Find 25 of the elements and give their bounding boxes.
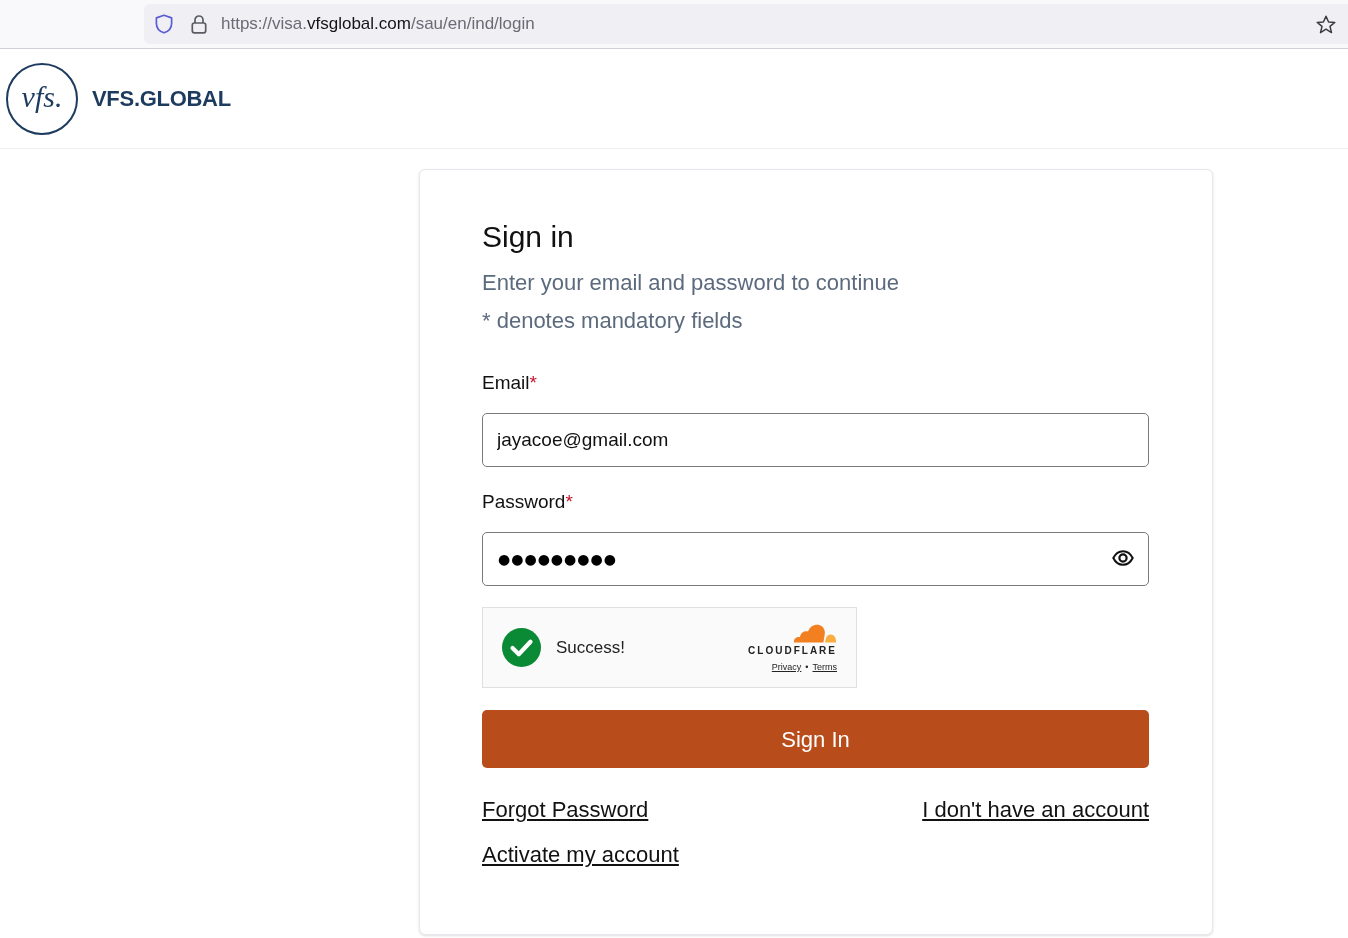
url-text: https://visa.vfsglobal.com/sau/en/ind/login	[221, 13, 535, 36]
account-link[interactable]: Forgot Password	[482, 795, 649, 825]
logo-mark: vfs.	[6, 62, 78, 135]
email-field[interactable]: jayacoe@gmail.com	[482, 413, 1149, 467]
captcha-link[interactable]: Terms	[812, 662, 837, 673]
card-subtitle: Enter your email and password to continue	[482, 269, 900, 297]
mandatory-note: * denotes mandatory fields	[482, 307, 744, 335]
field-label: Email*	[482, 371, 537, 395]
cloud-icon	[792, 622, 837, 643]
lock-icon[interactable]	[191, 14, 207, 34]
account-link[interactable]: Activate my account	[482, 840, 679, 870]
account-link[interactable]: I don't have an account	[922, 795, 1149, 825]
separator-dot: •	[805, 662, 809, 673]
star-icon[interactable]	[1316, 14, 1336, 34]
shield-icon[interactable]	[155, 14, 173, 34]
field-label: Password*	[482, 490, 573, 514]
address-bar[interactable]: https://visa.vfsglobal.com/sau/en/ind/login	[144, 4, 1348, 44]
card-title: Sign in	[482, 219, 575, 255]
logo-wordmark: VFS.GLOBAL	[92, 85, 231, 113]
eye-icon[interactable]	[1112, 550, 1134, 566]
sign-in-button[interactable]: Sign In	[482, 710, 1149, 768]
provider-wordmark: CLOUDFLARE	[748, 645, 837, 657]
captcha-status: Success!	[556, 636, 625, 659]
password-field[interactable]: ●●●●●●●●●	[482, 532, 1149, 586]
captcha-link[interactable]: Privacy	[771, 662, 802, 673]
